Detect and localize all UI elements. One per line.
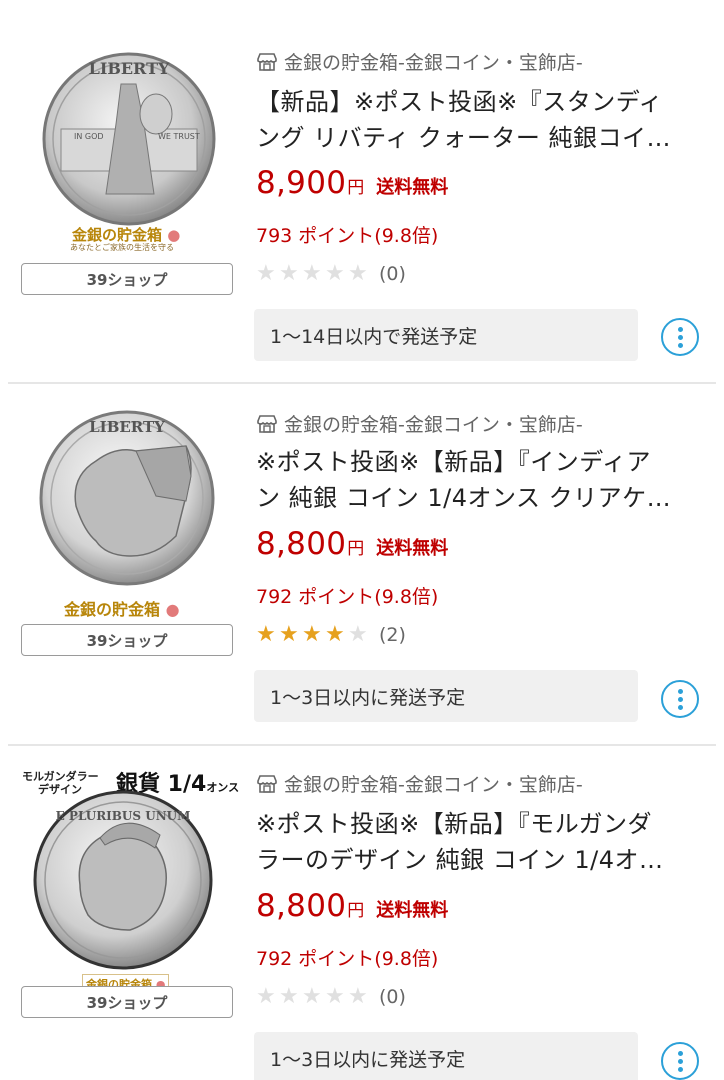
store-icon [257, 52, 277, 71]
product-image[interactable]: LIBERTY 金銀の貯金箱 ● [36, 406, 222, 619]
coin-image: E PLURIBUS UNUM [33, 790, 213, 970]
star-icon: ★ [325, 984, 345, 1009]
star-icon: ★ [279, 984, 299, 1009]
svg-text:IN GOD: IN GOD [74, 132, 104, 141]
review-count: (0) [379, 986, 406, 1008]
more-options-button[interactable] [661, 1042, 699, 1080]
product-card[interactable]: LIBERTY 金銀の貯金箱 ● 39ショップ 金銀の貯金箱-金銀コイン・宝飾店… [0, 384, 724, 744]
coin-image: LIBERTY [39, 410, 215, 586]
coin-legend: LIBERTY [89, 418, 165, 436]
points: 792 ポイント(9.8倍) [256, 586, 439, 608]
rating: ★ ★ ★ ★ ★ (0) [256, 263, 406, 286]
delivery-info: 1〜3日以内に発送予定 [254, 1032, 638, 1080]
price: 8,800 円送料無料 [256, 888, 449, 924]
store-icon [257, 774, 277, 793]
star-icon: ★ [279, 622, 299, 647]
product-card[interactable]: モルガンダラー デザイン 銀貨 1/4オンス E PLURIBUS UNUM 金… [0, 746, 724, 1080]
free-shipping-label: 送料無料 [376, 900, 449, 921]
star-icon: ★ [302, 261, 322, 286]
shop-39-badge: 39ショップ [21, 263, 233, 295]
product-image[interactable]: LIBERTY IN GOD WE TRUST 金銀の貯金箱 ● あなたとご家族… [36, 44, 222, 252]
shop-39-badge: 39ショップ [21, 624, 233, 656]
star-rating: ★ ★ ★ ★ ★ [256, 986, 371, 1008]
store-icon [257, 414, 277, 433]
more-options-button[interactable] [661, 318, 699, 356]
star-rating: ★ ★ ★ ★ ★ [256, 624, 371, 646]
more-options-button[interactable] [661, 680, 699, 718]
product-title[interactable]: ※ポスト投函※【新品】『インディア ン 純銀 コイン 1/4オンス クリアケ… [256, 444, 706, 516]
points: 793 ポイント(9.8倍) [256, 225, 439, 247]
star-icon: ★ [348, 261, 368, 286]
coin-legend: LIBERTY [89, 59, 170, 78]
star-icon: ★ [302, 984, 322, 1009]
rating: ★ ★ ★ ★ ★ (0) [256, 986, 406, 1009]
delivery-info: 1〜14日以内で発送予定 [254, 309, 638, 361]
product-title[interactable]: 【新品】※ポスト投函※『スタンディ ング リバティ クォーター 純銀コイ… [256, 84, 706, 156]
review-count: (2) [379, 624, 406, 646]
shop-39-badge: 39ショップ [21, 986, 233, 1018]
store-name[interactable]: 金銀の貯金箱-金銀コイン・宝飾店- [256, 410, 583, 437]
store-name[interactable]: 金銀の貯金箱-金銀コイン・宝飾店- [256, 48, 583, 75]
price: 8,800 円送料無料 [256, 526, 449, 562]
coin-legend: E PLURIBUS UNUM [56, 809, 191, 823]
star-icon: ★ [325, 622, 345, 647]
star-icon: ★ [302, 622, 322, 647]
star-icon: ★ [256, 622, 276, 647]
star-icon: ★ [279, 261, 299, 286]
store-name[interactable]: 金銀の貯金箱-金銀コイン・宝飾店- [256, 770, 583, 797]
free-shipping-label: 送料無料 [376, 538, 449, 559]
product-image[interactable]: E PLURIBUS UNUM 金銀の貯金箱 ● [30, 790, 216, 994]
price: 8,900 円送料無料 [256, 165, 449, 201]
star-icon: ★ [325, 261, 345, 286]
star-icon: ★ [256, 261, 276, 286]
star-rating: ★ ★ ★ ★ ★ [256, 263, 371, 285]
shop-watermark: 金銀の貯金箱 ● [64, 600, 180, 619]
star-icon: ★ [256, 984, 276, 1009]
svg-text:WE TRUST: WE TRUST [158, 132, 200, 141]
product-title[interactable]: ※ポスト投函※【新品】『モルガンダ ラーのデザイン 純銀 コイン 1/4オ… [256, 806, 706, 878]
points: 792 ポイント(9.8倍) [256, 948, 439, 970]
rating: ★ ★ ★ ★ ★ (2) [256, 624, 406, 647]
coin-image: LIBERTY IN GOD WE TRUST [42, 52, 216, 226]
star-icon: ★ [348, 622, 368, 647]
star-icon: ★ [348, 984, 368, 1009]
product-card[interactable]: LIBERTY IN GOD WE TRUST 金銀の貯金箱 ● あなたとご家族… [0, 0, 724, 382]
review-count: (0) [379, 263, 406, 285]
delivery-info: 1〜3日以内に発送予定 [254, 670, 638, 722]
free-shipping-label: 送料無料 [376, 177, 449, 198]
